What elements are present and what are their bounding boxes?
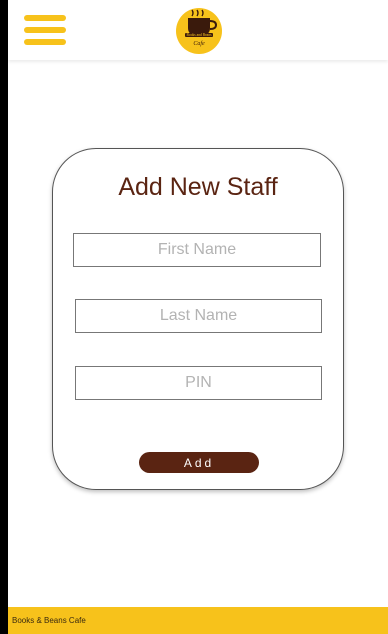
pin-field[interactable] <box>75 366 322 400</box>
add-staff-card: Add New Staff Add <box>52 148 344 490</box>
card-title: Add New Staff <box>118 173 278 201</box>
hamburger-menu-icon[interactable] <box>24 14 66 46</box>
first-name-field[interactable] <box>73 233 321 267</box>
menu-line <box>24 27 66 33</box>
last-name-field[interactable] <box>75 299 322 333</box>
menu-line <box>24 39 66 45</box>
coffee-cup-logo[interactable]: Books and Beans Cafe <box>176 8 222 54</box>
add-button[interactable]: Add <box>139 452 259 473</box>
footer-text: Books & Beans Cafe <box>12 616 86 625</box>
app-screen: Books and Beans Cafe Add New Staff Add B… <box>8 0 388 634</box>
logo-text: Books and Beans <box>187 33 213 37</box>
footer-bar: Books & Beans Cafe <box>8 607 388 634</box>
logo-subtext: Cafe <box>193 40 205 47</box>
top-bar: Books and Beans Cafe <box>8 0 388 60</box>
menu-line <box>24 15 66 21</box>
